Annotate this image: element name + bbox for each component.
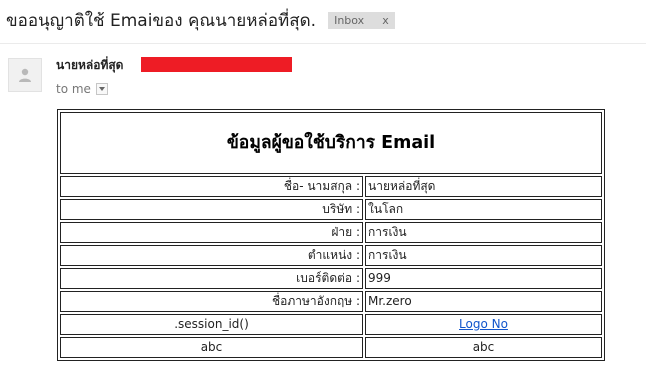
field-label: ตำแหน่ง : [60,245,363,266]
field-label: ชื่อภาษาอังกฤษ : [60,291,363,312]
form-title: ข้อมูลผู้ขอใช้บริการ Email [60,112,602,174]
requester-info-table: ข้อมูลผู้ขอใช้บริการ Email ชื่อ- นามสกุล… [57,109,605,361]
table-row: abc abc [60,337,602,358]
sender-name[interactable]: นายหล่อที่สุด [56,56,123,75]
table-row: .session_id() Logo No [60,314,602,335]
recipient-row: to me [56,81,108,97]
session-id-cell: .session_id() [60,314,363,335]
footer-left-cell: abc [60,337,363,358]
email-subject-row: ขออนุญาติใช้ Emaiของ คุณนายหล่อที่สุด. I… [6,6,395,34]
field-value: Mr.zero [365,291,602,312]
logo-no-link[interactable]: Logo No [459,317,508,331]
field-value: ในโลก [365,199,602,220]
field-label: ฝ่าย : [60,222,363,243]
header-divider [0,43,646,44]
remove-label-button[interactable]: x [382,12,389,29]
recipient-details-button[interactable] [95,83,108,95]
table-row: ฝ่าย : การเงิน [60,222,602,243]
field-label: บริษัท : [60,199,363,220]
table-row: บริษัท : ในโลก [60,199,602,220]
table-row: ชื่อภาษาอังกฤษ : Mr.zero [60,291,602,312]
footer-right-cell: abc [365,337,602,358]
avatar[interactable] [8,58,42,92]
field-value: 999 [365,268,602,289]
field-value: การเงิน [365,222,602,243]
recipient-text: to me [56,82,91,96]
email-subject: ขออนุญาติใช้ Emaiของ คุณนายหล่อที่สุด. [6,10,317,31]
chevron-down-icon [98,87,105,91]
person-icon [19,68,31,82]
field-label: เบอร์ติดต่อ : [60,268,363,289]
table-row: ชื่อ- นามสกุล : นายหล่อที่สุด [60,176,602,197]
logo-link-cell: Logo No [365,314,602,335]
sender-row: นายหล่อที่สุด [56,57,123,73]
redacted-sender-email [141,57,292,72]
field-value: การเงิน [365,245,602,266]
inbox-label-text: Inbox [334,13,365,27]
field-value: นายหล่อที่สุด [365,176,602,197]
field-label: ชื่อ- นามสกุล : [60,176,363,197]
inbox-label-chip[interactable]: Inbox x [328,11,395,29]
table-row: ตำแหน่ง : การเงิน [60,245,602,266]
table-row: เบอร์ติดต่อ : 999 [60,268,602,289]
table-title-row: ข้อมูลผู้ขอใช้บริการ Email [60,112,602,174]
